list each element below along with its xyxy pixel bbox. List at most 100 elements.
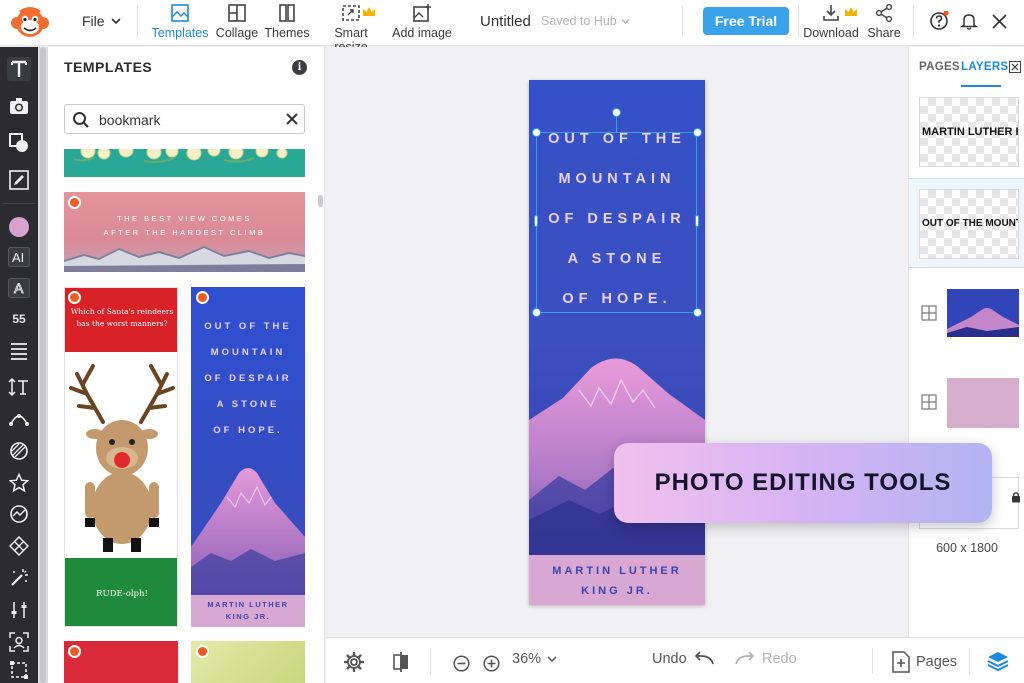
resize-handle-bottom-right[interactable] bbox=[693, 308, 702, 317]
share-button[interactable]: Share bbox=[865, 3, 903, 43]
download-label: Download bbox=[803, 26, 859, 40]
zoom-out-icon[interactable] bbox=[453, 655, 470, 672]
file-menu-label: File bbox=[82, 13, 105, 29]
crop-icon[interactable] bbox=[7, 658, 31, 682]
layer-author-text[interactable]: MARTIN LUTHER KI bbox=[909, 89, 1024, 177]
tool-add-image[interactable]: Add image bbox=[390, 3, 454, 43]
compare-icon[interactable] bbox=[391, 651, 411, 673]
tool-templates[interactable]: Templates bbox=[150, 3, 210, 43]
layer-quote-text[interactable]: OUT OF THE MOUNT bbox=[909, 178, 1024, 268]
file-menu[interactable]: File bbox=[82, 13, 121, 29]
font-size-value[interactable]: 55 bbox=[0, 312, 38, 326]
resize-handle-top-left[interactable] bbox=[532, 128, 541, 137]
divider bbox=[872, 648, 873, 674]
svg-text:AI: AI bbox=[12, 250, 24, 265]
active-tab-indicator bbox=[961, 85, 1001, 87]
clear-search-icon[interactable] bbox=[285, 112, 299, 126]
bell-icon[interactable] bbox=[959, 11, 979, 31]
layer-group-icon[interactable] bbox=[921, 394, 937, 410]
help-icon[interactable] bbox=[929, 11, 949, 31]
undo-button[interactable]: Undo bbox=[652, 651, 715, 667]
author-line-1: MARTIN LUTHER bbox=[552, 565, 682, 577]
layer-background-color[interactable] bbox=[909, 358, 1024, 446]
close-icon[interactable] bbox=[991, 13, 1008, 30]
font-style-icon[interactable]: A bbox=[7, 276, 31, 300]
tool-collage[interactable]: Collage bbox=[214, 3, 260, 43]
document-title[interactable]: Untitled bbox=[480, 13, 531, 30]
tab-layers[interactable]: LAYERS bbox=[961, 61, 1008, 73]
bottom-bar: 36% Undo Redo Pages bbox=[326, 637, 1024, 683]
layer-mountain-image[interactable] bbox=[909, 269, 1024, 357]
premium-badge bbox=[196, 645, 209, 658]
layers-icon[interactable] bbox=[986, 650, 1010, 672]
divider bbox=[682, 6, 683, 38]
ai-text-icon[interactable]: AI bbox=[7, 245, 31, 269]
template-card-reindeer[interactable]: Which of Santa's reindeers has the worst… bbox=[64, 287, 178, 627]
pages-button[interactable]: Pages bbox=[892, 651, 957, 673]
left-toolbar: AI A 55 bbox=[0, 47, 38, 683]
mlk-line-1: OUT OF THE bbox=[204, 321, 292, 332]
zoom-level-dropdown[interactable]: 36% bbox=[512, 651, 557, 667]
zoom-in-icon[interactable] bbox=[483, 655, 500, 672]
chevron-down-icon bbox=[621, 18, 630, 24]
template-search bbox=[64, 104, 305, 134]
redo-icon bbox=[735, 651, 755, 665]
close-panel-icon[interactable] bbox=[1009, 61, 1021, 73]
star-icon[interactable] bbox=[7, 471, 31, 495]
save-status-dropdown[interactable]: Saved to Hub bbox=[541, 14, 630, 28]
redo-label: Redo bbox=[762, 651, 797, 667]
artboard-footer bbox=[529, 555, 705, 605]
templates-panel-title: TEMPLATES bbox=[64, 59, 153, 75]
info-icon[interactable]: i bbox=[292, 60, 307, 75]
divider bbox=[3, 203, 35, 204]
spacing-icon[interactable] bbox=[7, 375, 31, 399]
redo-button[interactable]: Redo bbox=[734, 651, 797, 667]
floral-pattern-image bbox=[64, 149, 305, 163]
curve-icon[interactable] bbox=[7, 407, 31, 431]
resize-handle-bottom-left[interactable] bbox=[532, 308, 541, 317]
free-trial-button[interactable]: Free Trial bbox=[703, 7, 789, 35]
search-input[interactable] bbox=[99, 110, 279, 129]
draw-icon[interactable] bbox=[7, 168, 31, 192]
magic-wand-icon[interactable] bbox=[7, 566, 31, 590]
template-card-red[interactable] bbox=[64, 641, 178, 683]
rotate-handle[interactable] bbox=[612, 108, 621, 117]
camera-icon[interactable] bbox=[7, 94, 31, 118]
toolbar-scrollbar[interactable] bbox=[38, 47, 48, 683]
shapes-icon[interactable] bbox=[7, 131, 31, 155]
picmonkey-logo-icon[interactable] bbox=[10, 5, 50, 41]
template-card-best-view[interactable]: THE BEST VIEW COMES AFTER THE HARDEST CL… bbox=[64, 192, 305, 272]
resize-handle-top-right[interactable] bbox=[693, 128, 702, 137]
tool-themes[interactable]: Themes bbox=[264, 3, 310, 43]
mlk-line-3: OF DESPAIR bbox=[204, 373, 292, 384]
crown-icon bbox=[845, 7, 857, 16]
template-card-floral[interactable] bbox=[64, 149, 305, 177]
template-card-mlk[interactable]: OUT OF THE MOUNTAIN OF DESPAIR A STONE O… bbox=[191, 287, 305, 627]
view-line-2: AFTER THE HARDEST CLIMB bbox=[103, 228, 266, 237]
face-icon[interactable] bbox=[7, 630, 31, 654]
templates-scrollbar[interactable] bbox=[318, 147, 323, 683]
tab-pages[interactable]: PAGES bbox=[919, 61, 960, 73]
color-swatch-icon[interactable] bbox=[7, 215, 31, 239]
lock-icon[interactable] bbox=[1011, 491, 1021, 503]
gear-icon[interactable] bbox=[344, 652, 364, 672]
effects-icon[interactable] bbox=[7, 502, 31, 526]
texture-icon[interactable] bbox=[7, 439, 31, 463]
text-icon[interactable] bbox=[7, 57, 31, 81]
resize-handle-left[interactable] bbox=[534, 215, 538, 227]
add-page-icon bbox=[892, 651, 910, 673]
layer-group-icon[interactable] bbox=[921, 305, 937, 321]
premium-badge bbox=[68, 645, 81, 658]
pattern-icon[interactable] bbox=[7, 534, 31, 558]
align-icon[interactable] bbox=[7, 339, 31, 363]
layer-thumbnail-color bbox=[947, 378, 1019, 428]
chevron-down-icon bbox=[547, 656, 557, 663]
selection-box[interactable] bbox=[536, 132, 697, 313]
adjust-icon[interactable] bbox=[7, 598, 31, 622]
canvas-area[interactable]: OUT OF THE MOUNTAIN OF DESPAIR A STONE O… bbox=[326, 47, 908, 637]
divider bbox=[969, 648, 970, 674]
collage-icon bbox=[214, 3, 260, 25]
resize-handle-right[interactable] bbox=[695, 215, 699, 227]
premium-badge bbox=[196, 291, 209, 304]
undo-label: Undo bbox=[652, 651, 687, 667]
